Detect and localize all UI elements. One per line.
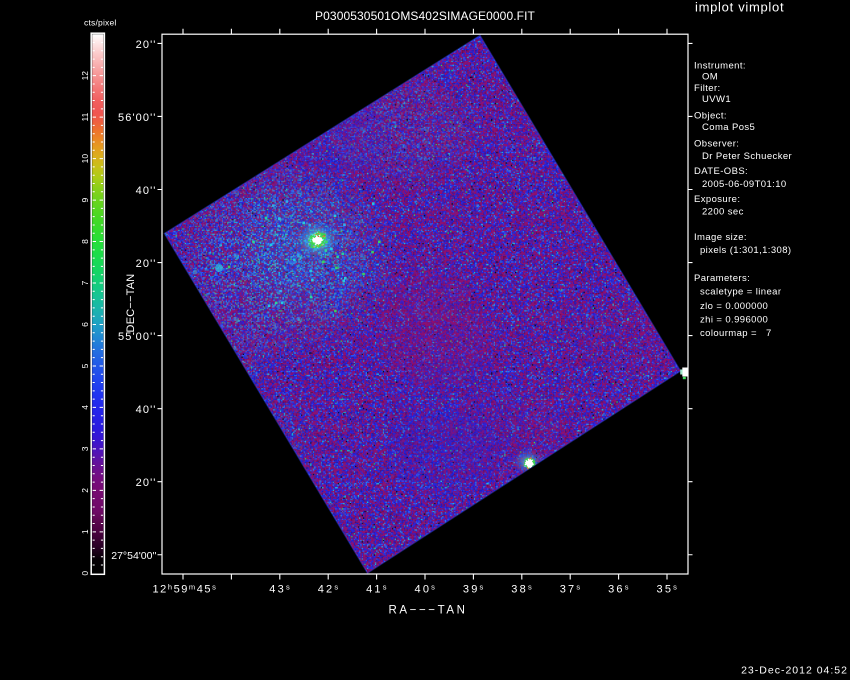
svg-text:20'': 20'': [136, 258, 157, 270]
svg-text:RA−−−TAN: RA−−−TAN: [388, 605, 467, 617]
svg-text:2200 sec: 2200 sec: [702, 207, 744, 218]
svg-text:23-Dec-2012 04:52: 23-Dec-2012 04:52: [741, 665, 848, 677]
svg-text:40'': 40'': [136, 185, 157, 197]
svg-text:implot vimplot: implot vimplot: [695, 0, 784, 15]
svg-text:OM: OM: [702, 72, 718, 83]
svg-text:27°54'00'': 27°54'00'': [111, 550, 156, 562]
svg-text:55'00'': 55'00'': [118, 331, 156, 343]
svg-text:cts/pixel: cts/pixel: [84, 18, 117, 28]
svg-text:40'': 40'': [136, 404, 157, 416]
svg-text:Instrument:: Instrument:: [694, 61, 746, 72]
svg-text:20'': 20'': [136, 39, 157, 51]
svg-text:2: 2: [80, 488, 90, 493]
svg-text:colourmap = 7: colourmap = 7: [700, 328, 772, 339]
svg-text:0: 0: [80, 571, 90, 576]
svg-text:3: 3: [80, 446, 90, 451]
svg-text:Exposure:: Exposure:: [694, 194, 740, 205]
svg-text:DEC−−TAN: DEC−−TAN: [125, 274, 137, 333]
svg-text:10: 10: [80, 154, 90, 164]
svg-text:zlo = 0.000000: zlo = 0.000000: [700, 301, 768, 312]
svg-text:9: 9: [80, 197, 90, 202]
svg-text:6: 6: [80, 322, 90, 327]
svg-text:DATE-OBS:: DATE-OBS:: [694, 166, 748, 177]
svg-text:12h59m45s: 12h59m45s: [153, 582, 218, 595]
svg-text:scaletype = linear: scaletype = linear: [700, 287, 781, 298]
svg-text:2005-06-09T01:10: 2005-06-09T01:10: [702, 179, 787, 190]
svg-text:Coma Pos5: Coma Pos5: [702, 122, 755, 133]
svg-text:Observer:: Observer:: [694, 139, 739, 150]
svg-text:Object:: Object:: [694, 111, 727, 122]
svg-text:1: 1: [80, 529, 90, 534]
svg-text:11: 11: [80, 112, 90, 121]
svg-text:Filter:: Filter:: [694, 83, 721, 94]
svg-text:pixels (1:301,1:308): pixels (1:301,1:308): [700, 245, 791, 256]
svg-text:Dr Peter Schuecker: Dr Peter Schuecker: [702, 151, 792, 162]
svg-text:56'00'': 56'00'': [118, 112, 156, 124]
svg-text:UVW1: UVW1: [702, 94, 731, 105]
svg-text:8: 8: [80, 239, 90, 244]
svg-text:Parameters:: Parameters:: [694, 273, 750, 284]
svg-text:5: 5: [80, 363, 90, 368]
svg-text:20'': 20'': [136, 477, 157, 489]
svg-text:zhi = 0.996000: zhi = 0.996000: [700, 315, 768, 326]
svg-text:12: 12: [80, 71, 90, 81]
svg-text:4: 4: [80, 405, 90, 410]
svg-text:P0300530501OMS402SIMAGE0000.FI: P0300530501OMS402SIMAGE0000.FIT: [315, 9, 535, 23]
svg-text:Image size:: Image size:: [694, 232, 747, 243]
svg-text:7: 7: [80, 280, 90, 285]
